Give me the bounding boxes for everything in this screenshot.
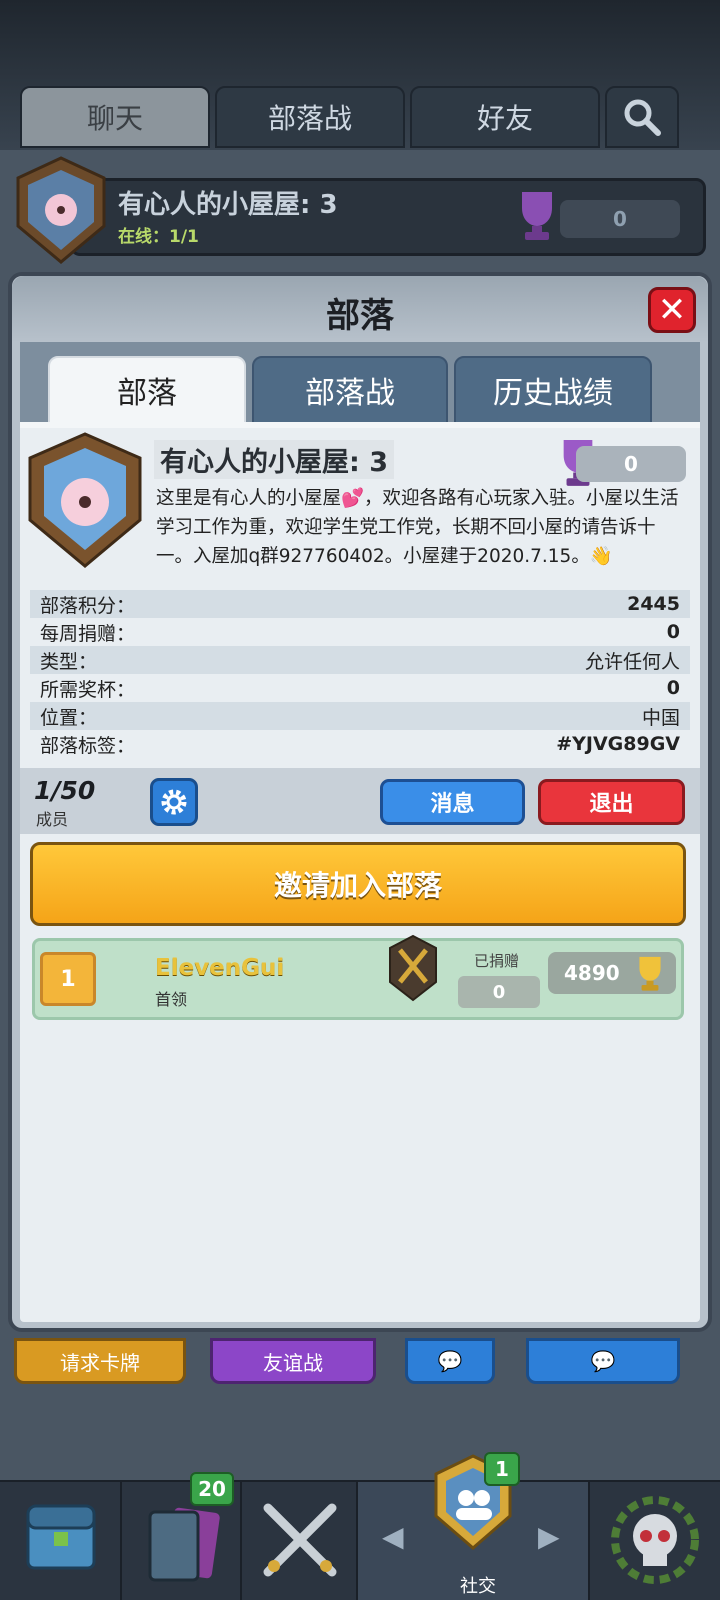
modal-title: 部落 (326, 296, 394, 336)
nav-shop[interactable] (0, 1482, 122, 1600)
tab-war-history-label: 历史战绩 (493, 376, 613, 411)
info-label: 部落积分： (40, 594, 136, 617)
nav-cards[interactable]: 20 (122, 1472, 242, 1600)
info-value: 0 (666, 677, 680, 699)
request-cards-button[interactable]: 请求卡牌 (14, 1338, 186, 1384)
donated-label: 已捐赠 (474, 952, 520, 970)
social-label: 社交 (460, 1576, 496, 1597)
tab-clan-war-label: 部落战 (267, 102, 352, 135)
settings-button[interactable] (150, 778, 198, 826)
chat-bubble-icon: 💬 (437, 1349, 463, 1373)
search-icon (624, 99, 661, 136)
member-trophy-count: 4890 (564, 961, 620, 985)
cards-badge: 20 (190, 1472, 234, 1506)
leader-badge-icon (389, 934, 437, 1002)
info-value: 2445 (627, 593, 680, 615)
chat-button[interactable]: 💬 (526, 1338, 680, 1384)
tab-divider (20, 422, 700, 428)
info-label: 位置： (40, 706, 98, 729)
info-row-clan-tag: 部落标签： #YJVG89GV (30, 730, 690, 758)
leave-clan-button-label: 退出 (589, 792, 634, 817)
nav-left-arrow-icon: ◀ (382, 1520, 404, 1553)
nav-right-arrow-icon: ▶ (538, 1520, 560, 1553)
info-row-type: 类型： 允许任何人 (30, 646, 690, 674)
donated-count: 0 (458, 976, 540, 1008)
invite-button[interactable]: 邀请加入部落 (30, 842, 686, 926)
skull-icon (611, 1496, 699, 1584)
speech-bubble-icon: 💬 (590, 1349, 616, 1373)
info-label: 每周捐赠： (40, 622, 136, 645)
tab-war-history[interactable]: 历史战绩 (454, 356, 652, 424)
search-button[interactable] (605, 86, 679, 148)
info-value: #YJVG89GV (556, 733, 680, 755)
invite-button-label: 邀请加入部落 (273, 869, 442, 902)
member-role: 首领 (155, 990, 188, 1009)
info-row-required-trophies: 所需奖杯： 0 (30, 674, 690, 702)
clan-badge-large-icon (28, 432, 142, 568)
tab-chat[interactable]: 聊天 (20, 86, 210, 148)
close-button[interactable]: ✕ (648, 287, 696, 333)
cards-icon (148, 1507, 220, 1582)
info-row-weekly-donations: 每周捐赠： 0 (30, 618, 690, 646)
info-row-location: 位置： 中国 (30, 702, 690, 730)
clan-badge-icon (16, 156, 106, 264)
banner-trophy-count: 0 (560, 200, 680, 238)
banner-online-status: 在线：1/1 (118, 227, 199, 247)
tab-friends-label: 好友 (476, 102, 533, 135)
friendly-battle-label: 友谊战 (263, 1350, 323, 1375)
close-icon: ✕ (657, 290, 687, 330)
clan-info-table: 部落积分： 2445 每周捐赠： 0 类型： 允许任何人 所需奖杯： 0 位置： 中国 部… (30, 590, 690, 758)
chest-icon (26, 1504, 96, 1570)
social-badge: 1 (484, 1452, 520, 1486)
member-rank: 1 (40, 952, 96, 1006)
info-value: 0 (666, 621, 680, 643)
gold-trophy-icon (639, 956, 661, 991)
info-label: 所需奖杯： (40, 678, 136, 701)
tab-friends[interactable]: 好友 (410, 86, 600, 148)
tab-clan-war[interactable]: 部落战 (215, 86, 405, 148)
tab-clan-war-sub[interactable]: 部落战 (252, 356, 448, 424)
tab-clan[interactable]: 部落 (48, 356, 246, 424)
info-row-clan-score: 部落积分： 2445 (30, 590, 690, 618)
message-button-label: 消息 (430, 792, 475, 817)
member-count-label: 成员 (36, 810, 69, 829)
clan-description: 这里是有心人的小屋屋💕，欢迎各路有心玩家入驻。小屋以生活学习工作为重，欢迎学生党… (156, 488, 679, 567)
request-cards-label: 请求卡牌 (60, 1350, 140, 1375)
gear-icon (161, 789, 187, 815)
emote-button[interactable]: 💬 (405, 1338, 495, 1384)
member-name: ElevenGui (155, 955, 285, 981)
leave-clan-button[interactable]: 退出 (538, 779, 685, 825)
info-value: 中国 (641, 706, 680, 729)
info-label: 类型： (40, 650, 98, 673)
clan-name: 有心人的小屋屋: 3 (154, 440, 394, 479)
info-label: 部落标签： (40, 734, 136, 757)
info-value: 允许任何人 (584, 650, 680, 673)
nav-battle[interactable] (242, 1482, 358, 1600)
friendly-battle-button[interactable]: 友谊战 (210, 1338, 376, 1384)
banner-clan-name: 有心人的小屋屋: 3 (118, 190, 338, 220)
tab-clan-war-sub-label: 部落战 (305, 376, 395, 411)
nav-events[interactable] (590, 1482, 720, 1600)
tab-chat-label: 聊天 (86, 102, 143, 135)
message-button[interactable]: 消息 (380, 779, 525, 825)
crossed-swords-icon (263, 1503, 337, 1577)
tab-clan-label: 部落 (117, 376, 177, 411)
clan-trophy-count: 0 (576, 446, 686, 482)
trophy-icon (522, 192, 552, 240)
member-count: 1/50 (34, 776, 96, 805)
